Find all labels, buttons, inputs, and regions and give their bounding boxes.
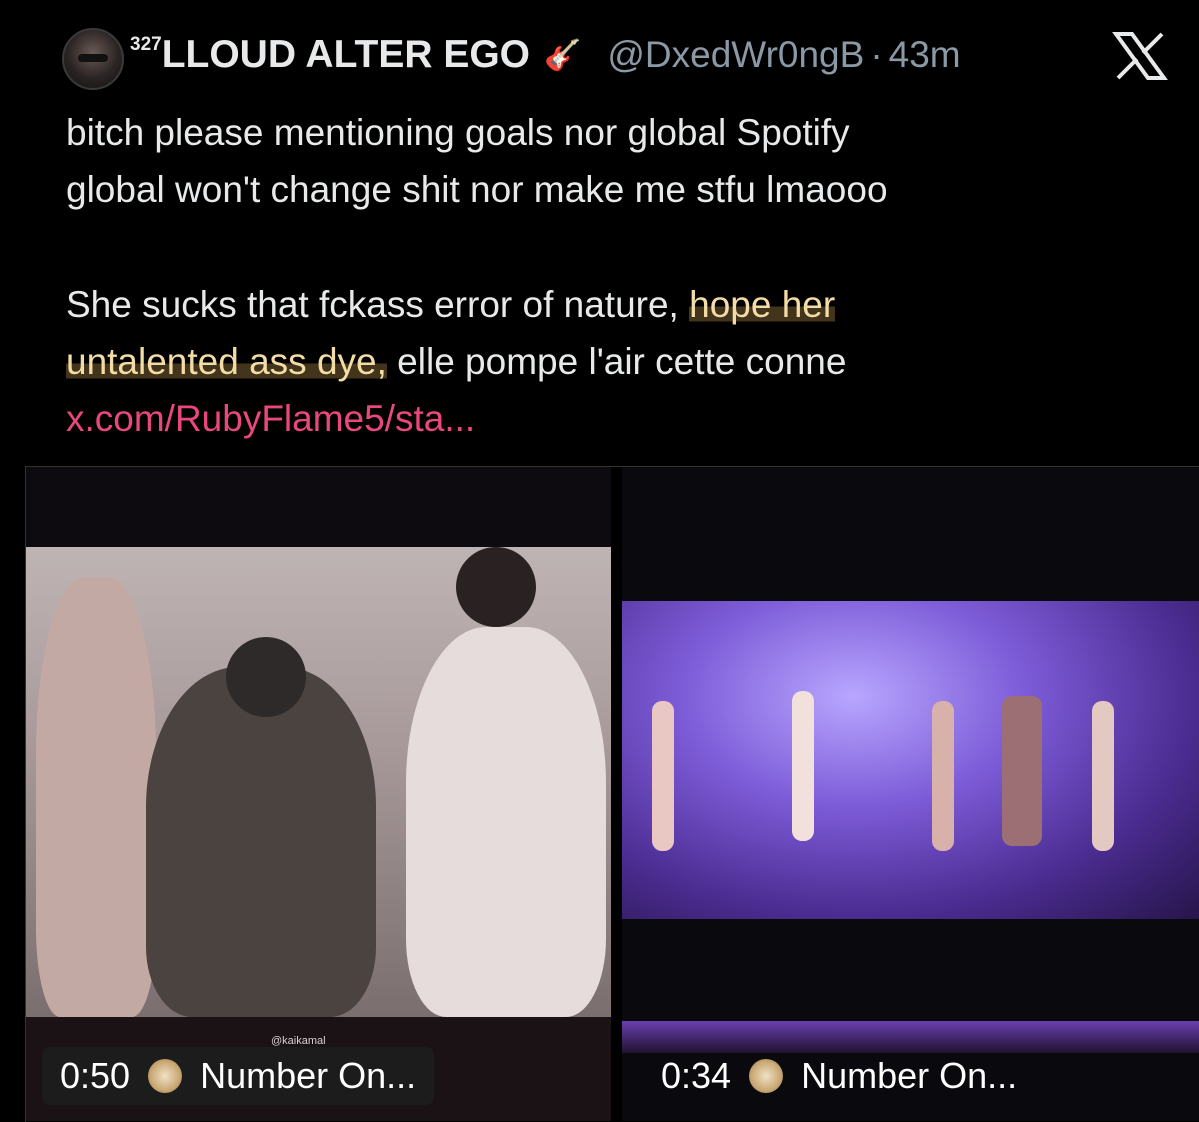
video-1-source-avatar: [148, 1059, 183, 1093]
video-1-info[interactable]: 0:50 Number On...: [42, 1047, 435, 1105]
video-2-duration: 0:34: [661, 1055, 732, 1096]
figure: [146, 667, 376, 1017]
video-2-title: Number On...: [801, 1055, 1018, 1096]
video-2-info[interactable]: 0:34 Number On...: [643, 1047, 1035, 1105]
display-name[interactable]: LLOUD ALTER EGO: [162, 33, 530, 77]
tweet-text: bitch please mentioning goals nor global…: [66, 104, 1166, 447]
author-avatar[interactable]: [62, 28, 124, 90]
tweet-line-4-text: elle pompe l'air cette conne: [386, 341, 847, 382]
dancer: [1002, 696, 1042, 846]
tweet-line-3-text: She sucks that fckass error of nature,: [66, 284, 690, 325]
tweet-line-3: She sucks that fckass error of nature, h…: [66, 276, 1166, 333]
highlighted-text-1: hope her: [689, 284, 836, 325]
dancer: [792, 691, 814, 841]
separator-dot: ·: [870, 34, 883, 75]
dancer: [1092, 701, 1114, 851]
tweet-line-2: global won't change shit nor make me stf…: [66, 169, 888, 210]
guitar-icon: 🎸: [544, 38, 582, 72]
figure: [36, 577, 156, 1017]
video-thumbnail-2[interactable]: [622, 467, 1199, 1121]
video-watermark: @kaikamal: [271, 1035, 326, 1047]
video-2-source-avatar: [749, 1059, 784, 1093]
dancer: [652, 701, 674, 851]
user-handle[interactable]: @DxedWr0ngB: [607, 34, 864, 76]
media-divider: [611, 467, 622, 1121]
x-logo-icon: [1112, 32, 1168, 80]
highlighted-text-2: untalented ass dye,: [66, 341, 387, 382]
dancer: [932, 701, 954, 851]
figure: [226, 637, 306, 717]
tweet-header: 327 LLOUD ALTER EGO 🎸 @DxedWr0ngB · 43m: [130, 30, 961, 80]
tweet-line-1: bitch please mentioning goals nor global…: [66, 112, 850, 153]
avatar-glasses: [78, 54, 108, 62]
timestamp[interactable]: 43m: [889, 34, 961, 76]
video-frame-2: [622, 601, 1199, 1053]
tweet-line-4: untalented ass dye, elle pompe l'air cet…: [66, 333, 1166, 390]
figure: [456, 547, 536, 627]
tweet-link[interactable]: x.com/RubyFlame5/sta...: [66, 398, 475, 439]
video-frame-1: [26, 547, 611, 1017]
figure: [406, 627, 606, 1017]
name-prefix: 327: [130, 34, 162, 55]
video-1-title: Number On...: [200, 1055, 417, 1096]
video-1-duration: 0:50: [60, 1055, 131, 1096]
video-thumbnail-1[interactable]: @kaikamal: [26, 467, 611, 1121]
